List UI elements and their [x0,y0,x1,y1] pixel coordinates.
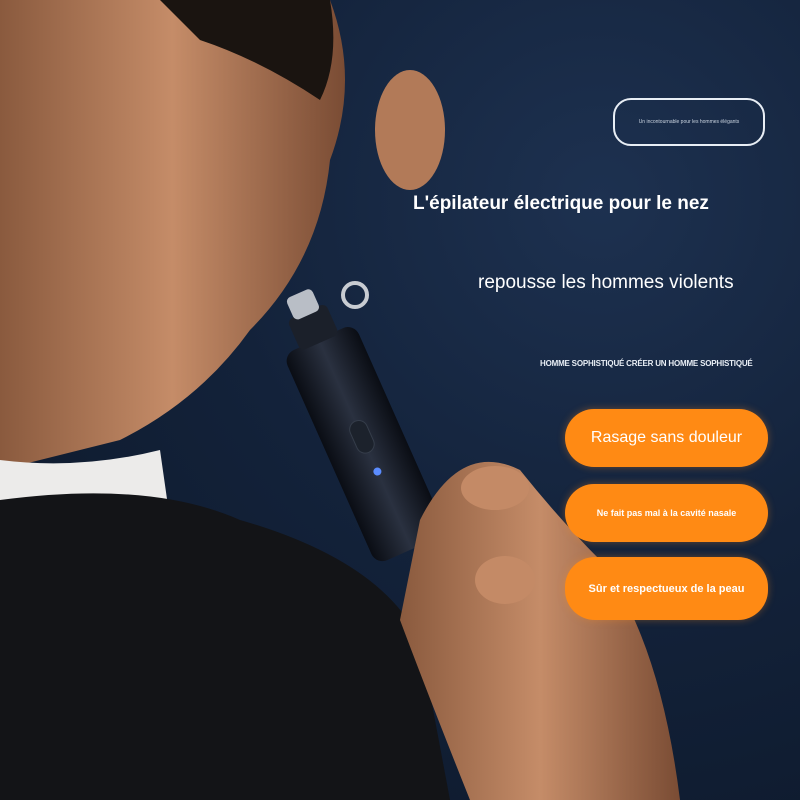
headline-primary: L'épilateur électrique pour le nez [413,193,709,214]
earring [341,281,369,309]
headline-secondary: repousse les hommes violents [478,272,734,293]
tagline-badge: Un incontournable pour les hommes élégan… [613,98,765,146]
tagline-text: Un incontournable pour les hommes élégan… [638,119,740,125]
subtitle: HOMME SOPHISTIQUÉ CRÉER UN HOMME SOPHIST… [540,359,753,368]
feature-no-nasal-pain: Ne fait pas mal à la cavité nasale [565,484,768,542]
feature-painless-shave: Rasage sans douleur [565,409,768,467]
feature-skin-safe: Sûr et respectueux de la peau [565,557,768,620]
